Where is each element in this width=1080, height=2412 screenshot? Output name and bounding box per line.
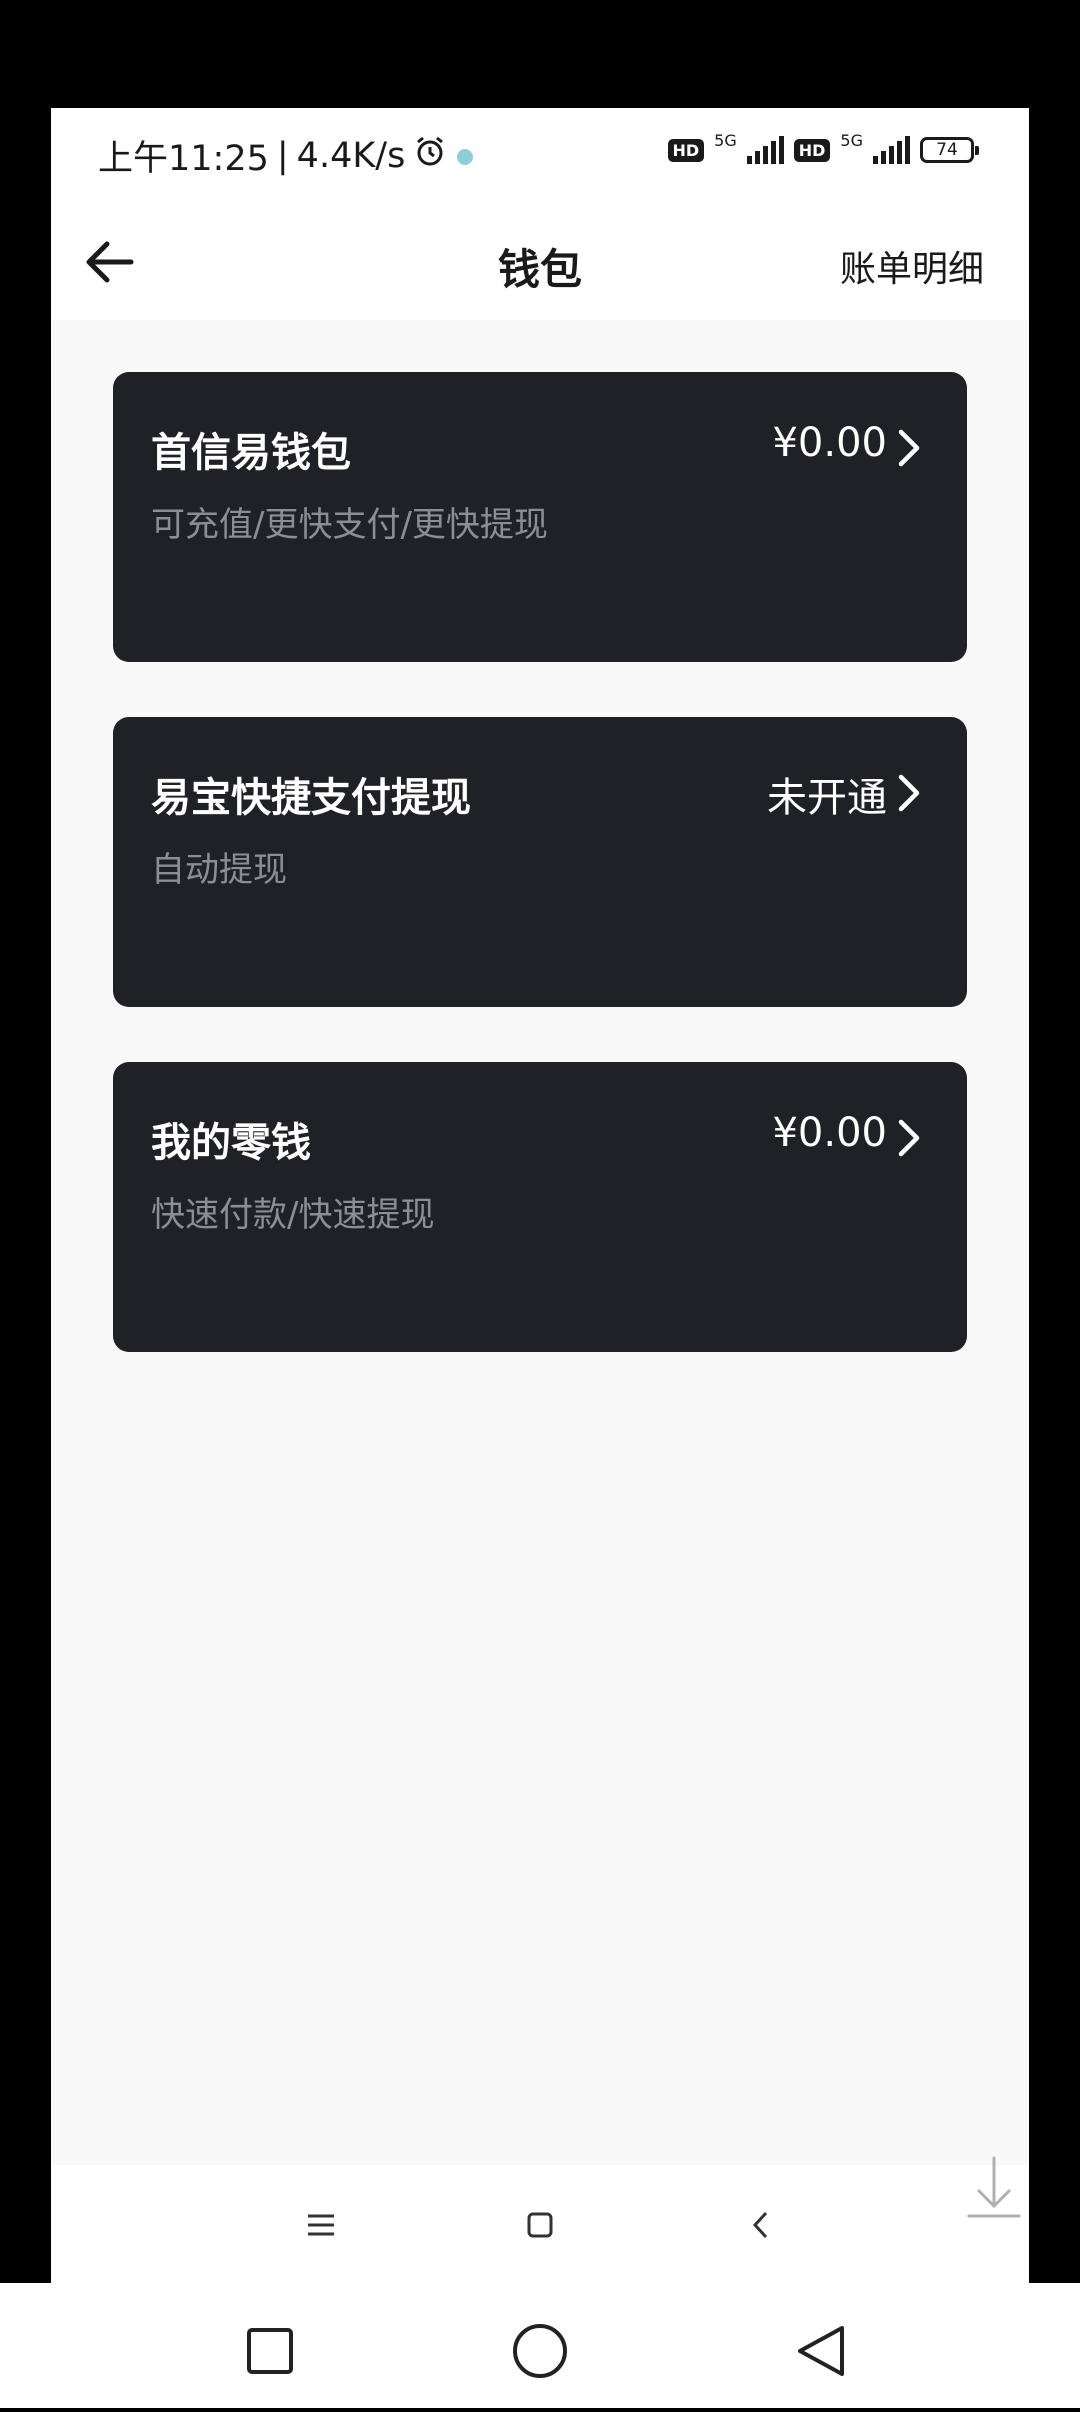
chevron-right-icon [897, 773, 921, 813]
notification-icon [455, 136, 475, 176]
status-divider: | [276, 135, 289, 176]
wallet-card-change[interactable]: 我的零钱 快速付款/快速提现 ¥0.00 [113, 1062, 967, 1352]
home-circle-icon[interactable] [513, 2324, 567, 2378]
status-time: 上午11:25 [98, 139, 269, 179]
chevron-right-icon [897, 428, 921, 468]
download-icon[interactable] [959, 2154, 1029, 2224]
back-triangle-icon[interactable] [798, 2326, 844, 2376]
battery-icon: 74 [920, 137, 979, 163]
network-type-2: 5G [840, 130, 863, 150]
wallet-card-yibao[interactable]: 易宝快捷支付提现 自动提现 未开通 [113, 717, 967, 1007]
signal-icon-1 [746, 136, 784, 164]
menu-icon[interactable] [291, 2195, 351, 2255]
app-screen: 上午11:25 | 4.4K/s HD 5G HD 5G 74 钱包 账单明细 [51, 108, 1029, 2283]
card-status: 未开通 [767, 775, 887, 821]
home-icon[interactable] [511, 2195, 571, 2255]
device-nav-bar [0, 2283, 1080, 2408]
back-icon[interactable] [731, 2195, 791, 2255]
card-title: 首信易钱包 [151, 430, 351, 476]
network-speed: 4.4K/s [296, 135, 406, 176]
card-title: 易宝快捷支付提现 [151, 775, 471, 821]
card-balance: ¥0.00 [772, 420, 887, 466]
hd-badge-1: HD [667, 138, 705, 162]
alarm-icon [413, 134, 447, 177]
signal-icon-2 [873, 136, 910, 164]
status-left: 上午11:25 | 4.4K/s [98, 130, 475, 181]
status-right: HD 5G HD 5G 74 [667, 131, 979, 164]
card-title: 我的零钱 [151, 1120, 311, 1166]
card-subtitle: 自动提现 [151, 850, 287, 890]
system-nav-bar [51, 2165, 1029, 2283]
bill-details-link[interactable]: 账单明细 [840, 240, 984, 292]
card-balance: ¥0.00 [772, 1110, 887, 1156]
wallet-card-shouxinyi[interactable]: 首信易钱包 可充值/更快支付/更快提现 ¥0.00 [113, 372, 967, 662]
hd-badge-2: HD [793, 138, 831, 162]
network-type-1: 5G [714, 130, 737, 150]
card-subtitle: 可充值/更快支付/更快提现 [151, 505, 548, 545]
card-subtitle: 快速付款/快速提现 [151, 1195, 435, 1235]
chevron-right-icon [897, 1118, 921, 1158]
status-bar: 上午11:25 | 4.4K/s HD 5G HD 5G 74 [51, 108, 1029, 208]
top-nav-bar: 钱包 账单明细 [51, 208, 1029, 320]
recent-apps-icon[interactable] [247, 2328, 293, 2374]
